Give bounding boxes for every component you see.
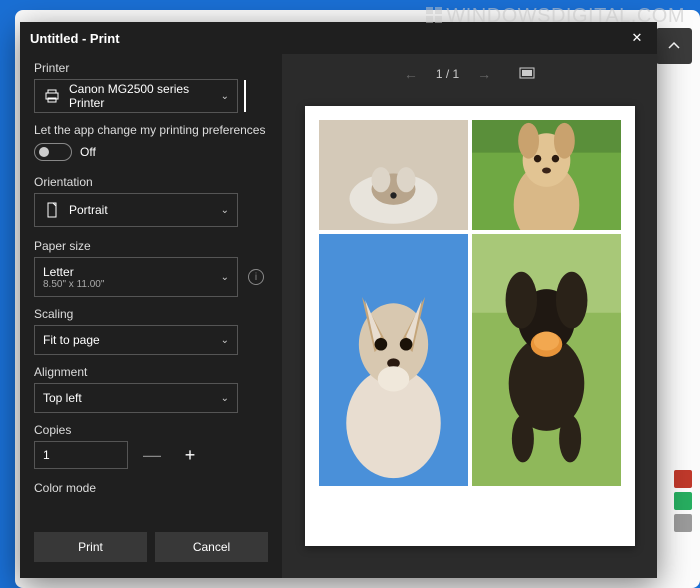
fullscreen-preview-button[interactable]: [519, 67, 535, 82]
color-swatch: [674, 514, 692, 532]
alignment-label: Alignment: [34, 365, 268, 379]
increase-copies-button[interactable]: +: [176, 441, 204, 469]
print-button[interactable]: Print: [34, 532, 147, 562]
paper-size-value: Letter: [43, 265, 221, 279]
orientation-value: Portrait: [69, 203, 221, 217]
page-indicator: 1 / 1: [436, 67, 459, 81]
cancel-button[interactable]: Cancel: [155, 532, 268, 562]
chevron-down-icon: ⌄: [221, 91, 229, 102]
decrease-copies-button[interactable]: —: [138, 441, 166, 469]
preview-toolbar: ← 1 / 1 →: [282, 54, 657, 94]
collage-image-2: [472, 120, 621, 230]
alignment-dropdown[interactable]: Top left ⌄: [34, 383, 238, 413]
print-preview-panel: ← 1 / 1 →: [282, 54, 657, 578]
print-dialog: Untitled - Print ✕ Printer Canon MG2500 …: [20, 22, 657, 578]
orientation-label: Orientation: [34, 175, 268, 189]
collage-image-3: [319, 234, 468, 486]
scaling-value: Fit to page: [43, 333, 221, 347]
print-settings-panel: Printer Canon MG2500 series Printer ⌄ Le…: [20, 54, 282, 578]
chevron-down-icon: ⌄: [221, 205, 229, 216]
printer-label: Printer: [34, 61, 268, 75]
alignment-value: Top left: [43, 391, 221, 405]
collage-image-4: [472, 234, 621, 486]
color-mode-label: Color mode: [34, 481, 268, 495]
image-collage: [319, 120, 621, 486]
color-swatch: [674, 470, 692, 488]
dialog-title: Untitled - Print: [30, 31, 120, 46]
preview-area: [282, 94, 657, 578]
color-swatch: [674, 492, 692, 510]
copies-label: Copies: [34, 423, 268, 437]
previous-page-button[interactable]: ←: [404, 66, 418, 82]
preview-page: [305, 106, 635, 546]
chevron-down-icon: ⌄: [221, 335, 229, 346]
background-color-palette: [670, 50, 695, 583]
scaling-label: Scaling: [34, 307, 268, 321]
watermark-text: WINDOWSDIGITAL.COM: [426, 5, 685, 28]
paper-size-dropdown[interactable]: Letter 8.50" x 11.00" ⌄: [34, 257, 238, 297]
info-icon[interactable]: i: [248, 269, 264, 285]
next-page-button[interactable]: →: [477, 66, 491, 82]
portrait-icon: [43, 201, 61, 219]
orientation-dropdown[interactable]: Portrait ⌄: [34, 193, 238, 227]
printer-dropdown[interactable]: Canon MG2500 series Printer ⌄: [34, 79, 238, 113]
copies-input[interactable]: [34, 441, 128, 469]
printer-selected-text: Canon MG2500 series Printer: [69, 82, 221, 110]
scaling-dropdown[interactable]: Fit to page ⌄: [34, 325, 238, 355]
chevron-down-icon: ⌄: [221, 272, 229, 283]
toggle-state-label: Off: [80, 145, 96, 159]
paper-size-dimensions: 8.50" x 11.00": [43, 279, 221, 290]
divider: [244, 80, 246, 112]
printer-icon: [43, 87, 61, 105]
chevron-down-icon: ⌄: [221, 393, 229, 404]
collage-image-1: [319, 120, 468, 230]
expand-panel-button[interactable]: [656, 28, 692, 64]
close-button[interactable]: ✕: [627, 28, 647, 48]
preferences-toggle[interactable]: [34, 143, 72, 161]
windows-logo-icon: [426, 7, 442, 23]
paper-size-label: Paper size: [34, 239, 268, 253]
printing-preferences-label: Let the app change my printing preferenc…: [34, 123, 268, 137]
